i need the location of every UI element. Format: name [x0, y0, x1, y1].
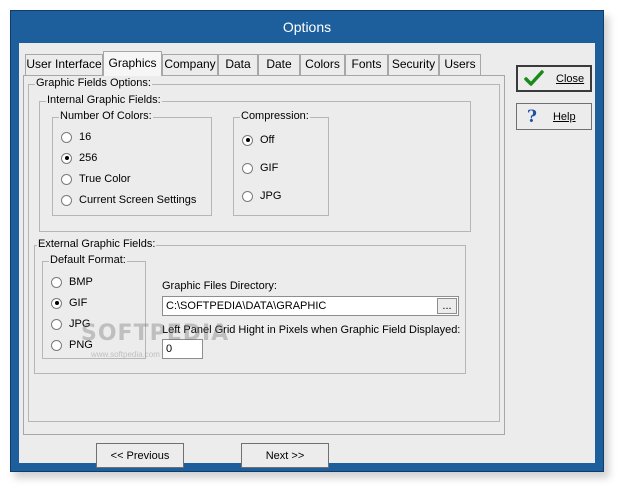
previous-button[interactable]: << Previous — [96, 443, 184, 468]
radio-circle — [61, 131, 72, 143]
radio-label: 16 — [79, 131, 92, 143]
radio-circle — [61, 173, 72, 185]
tab-users[interactable]: Users — [439, 54, 481, 75]
graphic-fields-options-label: Graphic Fields Options: — [35, 77, 152, 89]
check-icon — [524, 69, 544, 88]
help-icon: ? — [527, 106, 537, 127]
radio-label: JPG — [260, 190, 282, 202]
radio-label: GIF — [260, 162, 279, 174]
next-button[interactable]: Next >> — [241, 443, 329, 468]
browse-directory-button[interactable]: ... — [437, 298, 457, 314]
close-button-label: Close — [556, 72, 585, 85]
radio-circle-selected — [61, 152, 72, 164]
window-client: User Interface Graphics Company Data Dat… — [19, 43, 595, 468]
watermark-text: SOFTPEDIA — [81, 321, 230, 346]
radio-circle-selected — [242, 134, 253, 146]
compression-gif-radio[interactable]: GIF — [242, 162, 278, 174]
colors-current-screen-radio[interactable]: Current Screen Settings — [61, 194, 196, 206]
help-button[interactable]: ? Help — [516, 103, 592, 130]
compression-off-radio[interactable]: Off — [242, 134, 274, 146]
tab-user-interface[interactable]: User Interface — [25, 54, 103, 75]
colors-256-radio[interactable]: 256 — [61, 152, 97, 164]
tab-fonts[interactable]: Fonts — [345, 54, 388, 75]
radio-label: GIF — [69, 297, 88, 309]
compression-label: Compression: — [240, 110, 310, 122]
radio-circle — [51, 318, 62, 330]
tab-security[interactable]: Security — [388, 54, 439, 75]
radio-circle — [61, 194, 72, 206]
radio-label: True Color — [79, 173, 131, 185]
external-graphic-fields-label: External Graphic Fields: — [37, 238, 157, 250]
tab-date[interactable]: Date — [258, 54, 300, 75]
graphic-files-directory-input[interactable]: C:\SOFTPEDIA\DATA\GRAPHIC — [162, 296, 459, 316]
compression-group: Compression: Off GIF JPG — [233, 110, 329, 216]
format-gif-radio[interactable]: GIF — [51, 297, 87, 309]
number-of-colors-label: Number Of Colors: — [59, 110, 153, 122]
tab-graphics[interactable]: Graphics — [103, 51, 162, 76]
graphics-tab-panel: Graphic Fields Options: Internal Graphic… — [23, 75, 505, 435]
internal-graphic-fields-label: Internal Graphic Fields: — [46, 94, 162, 106]
window-title: Options — [282, 19, 332, 35]
radio-circle — [242, 162, 253, 174]
graphic-fields-options-group: Graphic Fields Options: Internal Graphic… — [28, 77, 500, 422]
radio-label: BMP — [69, 276, 93, 288]
number-of-colors-group: Number Of Colors: 16 256 True Color Curr… — [52, 110, 212, 216]
help-button-label: Help — [552, 110, 576, 123]
default-format-label: Default Format: — [49, 254, 127, 266]
close-button[interactable]: Close — [516, 65, 592, 92]
tab-data[interactable]: Data — [218, 54, 258, 75]
compression-jpg-radio[interactable]: JPG — [242, 190, 281, 202]
tab-colors[interactable]: Colors — [300, 54, 345, 75]
radio-circle — [51, 339, 62, 351]
internal-graphic-fields-group: Internal Graphic Fields: Number Of Color… — [39, 94, 471, 232]
radio-circle-selected — [51, 297, 62, 309]
radio-label: Current Screen Settings — [79, 194, 197, 206]
format-bmp-radio[interactable]: BMP — [51, 276, 93, 288]
watermark-url: www.softpedia.com — [91, 350, 160, 359]
tab-company[interactable]: Company — [162, 54, 218, 75]
graphic-files-directory-label: Graphic Files Directory: — [162, 280, 277, 292]
radio-circle — [242, 190, 253, 202]
colors-16-radio[interactable]: 16 — [61, 131, 91, 143]
radio-label: 256 — [79, 152, 98, 164]
radio-label: Off — [260, 134, 275, 146]
radio-circle — [51, 276, 62, 288]
options-window: Options User Interface Graphics Company … — [10, 10, 604, 472]
colors-true-color-radio[interactable]: True Color — [61, 173, 131, 185]
